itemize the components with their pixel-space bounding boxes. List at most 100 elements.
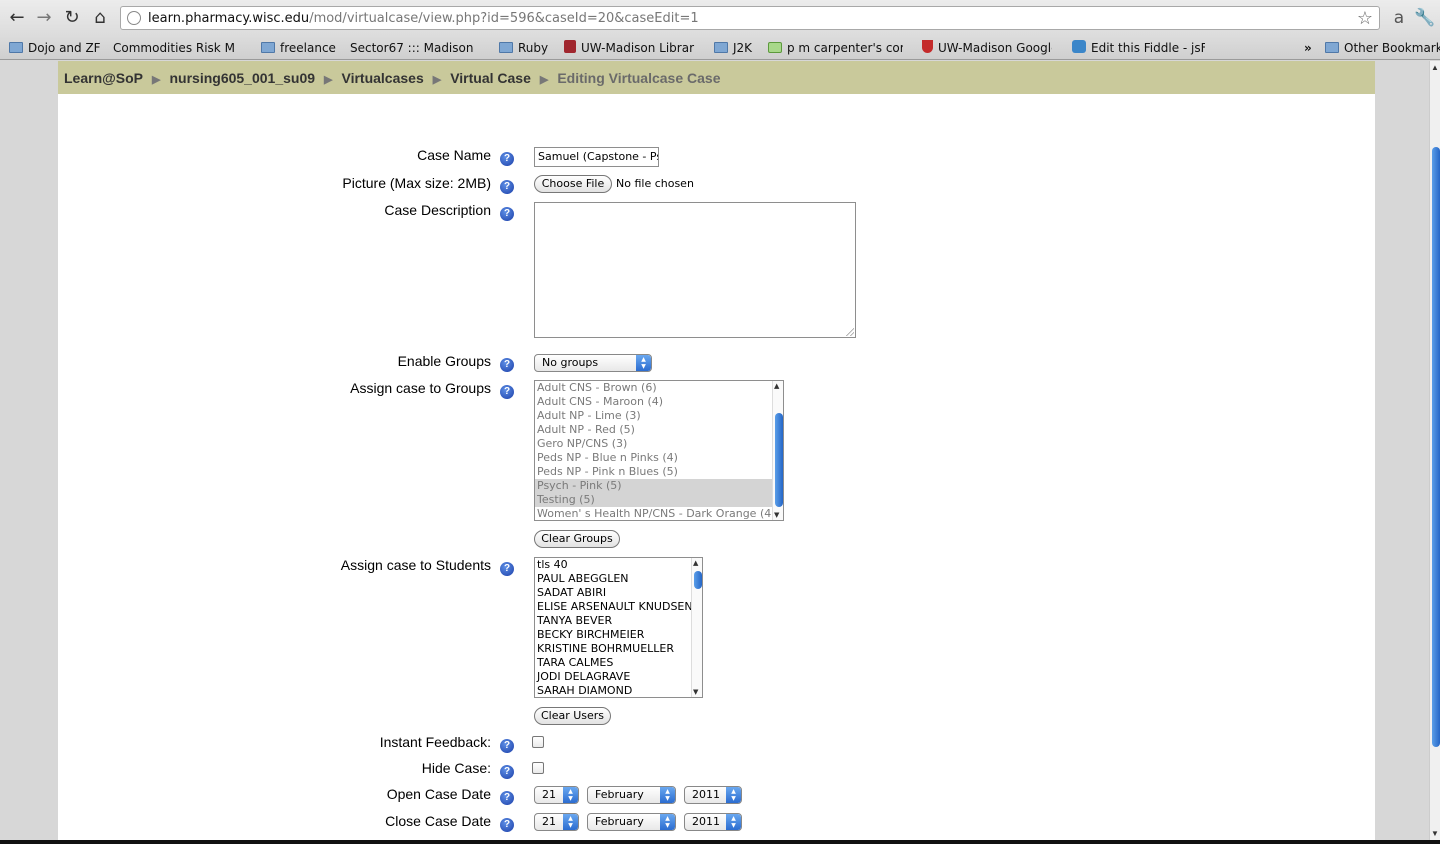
- group-option[interactable]: Women' s Health NP/CNS - Dark Orange (4): [535, 507, 783, 520]
- page-scroll-thumb[interactable]: [1432, 147, 1440, 747]
- student-option[interactable]: SADAT ABIRI: [535, 586, 702, 600]
- instant-feedback-checkbox[interactable]: [532, 736, 544, 748]
- assign-groups-label: Assign case to Groups: [350, 380, 491, 396]
- amazon-extension-icon[interactable]: a: [1388, 7, 1410, 29]
- open-month-select[interactable]: February ▲ ▼: [587, 786, 676, 804]
- group-option[interactable]: Gero NP/CNS (3): [535, 437, 783, 451]
- bookmark-item[interactable]: Dojo and ZF: [9, 39, 101, 57]
- hide-case-checkbox[interactable]: [532, 762, 544, 774]
- breadcrumb-link-virtual-case[interactable]: Virtual Case: [450, 70, 531, 86]
- enable-groups-value: No groups: [542, 356, 599, 369]
- bookmark-item[interactable]: J2K: [714, 39, 752, 57]
- help-icon[interactable]: ?: [500, 562, 514, 576]
- help-icon[interactable]: ?: [500, 152, 514, 166]
- bookmark-item[interactable]: Ruby: [499, 39, 548, 57]
- case-description-label: Case Description: [384, 202, 491, 218]
- student-option[interactable]: tls 40: [535, 558, 702, 572]
- case-description-textarea[interactable]: [534, 202, 856, 338]
- help-icon[interactable]: ?: [500, 358, 514, 372]
- scroll-down-arrow-icon[interactable]: ▼: [693, 688, 698, 696]
- close-day-value: 21: [542, 815, 556, 828]
- breadcrumb-link-virtualcases[interactable]: Virtualcases: [341, 70, 423, 86]
- students-listbox[interactable]: tls 40 PAUL ABEGGLEN SADAT ABIRI ELISE A…: [534, 557, 703, 698]
- close-year-select[interactable]: 2011 ▲ ▼: [684, 813, 742, 831]
- scroll-up-arrow-icon[interactable]: ▲: [693, 559, 698, 567]
- bookmark-item[interactable]: Edit this Fiddle - jsFi: [1072, 39, 1205, 57]
- enable-groups-select[interactable]: No groups ▲ ▼: [534, 354, 652, 372]
- student-option[interactable]: BECKY BIRCHMEIER: [535, 628, 702, 642]
- group-option[interactable]: Peds NP - Blue n Pinks (4): [535, 451, 783, 465]
- navbar: Learn@SoP ▶ nursing605_001_su09 ▶ Virtualcas…: [58, 61, 1375, 94]
- bookmark-star-icon[interactable]: ☆: [1357, 8, 1373, 29]
- group-option[interactable]: Adult NP - Red (5): [535, 423, 783, 437]
- window-bottom-edge: [0, 840, 1440, 844]
- assign-students-label: Assign case to Students: [340, 557, 491, 573]
- group-option-selected[interactable]: Psych - Pink (5): [535, 479, 783, 493]
- open-year-select[interactable]: 2011 ▲ ▼: [684, 786, 742, 804]
- group-option[interactable]: Adult NP - Lime (3): [535, 409, 783, 423]
- case-name-input[interactable]: Samuel (Capstone - Ps: [534, 147, 659, 167]
- student-option[interactable]: SARAH DIAMOND: [535, 684, 702, 697]
- close-year-value: 2011: [692, 815, 720, 828]
- help-icon[interactable]: ?: [500, 765, 514, 779]
- select-arrows-icon: ▲ ▼: [726, 787, 741, 803]
- help-icon[interactable]: ?: [500, 818, 514, 832]
- clear-groups-button[interactable]: Clear Groups: [534, 530, 620, 548]
- bookmarks-overflow-chevron[interactable]: »: [1304, 39, 1312, 57]
- groups-listbox[interactable]: Adult CNS - Brown (6) Adult CNS - Maroon…: [534, 380, 784, 521]
- group-option[interactable]: Adult CNS - Maroon (4): [535, 395, 783, 409]
- help-icon[interactable]: ?: [500, 180, 514, 194]
- scroll-down-arrow-icon[interactable]: ▼: [774, 511, 779, 519]
- bookmark-item[interactable]: Commodities Risk M: [113, 39, 243, 57]
- select-arrows-icon: ▲ ▼: [563, 787, 578, 803]
- scroll-thumb[interactable]: [775, 413, 783, 507]
- scroll-up-arrow-icon[interactable]: ▲: [774, 382, 779, 390]
- folder-icon: [261, 42, 275, 53]
- help-icon[interactable]: ?: [500, 791, 514, 805]
- home-icon[interactable]: ⌂: [90, 8, 110, 28]
- address-bar[interactable]: learn.pharmacy.wisc.edu/mod/virtualcase/…: [120, 6, 1380, 30]
- other-bookmarks[interactable]: Other Bookmarks: [1325, 39, 1440, 57]
- groups-scrollbar[interactable]: ▲ ▼: [772, 381, 783, 520]
- wrench-icon[interactable]: 🔧: [1414, 7, 1436, 29]
- bookmark-item[interactable]: p m carpenter's com: [768, 39, 903, 57]
- resize-grip-icon[interactable]: [846, 328, 854, 336]
- forward-arrow-icon[interactable]: →: [34, 8, 54, 28]
- close-month-select[interactable]: February ▲ ▼: [587, 813, 676, 831]
- close-day-select[interactable]: 21 ▲ ▼: [534, 813, 579, 831]
- open-day-select[interactable]: 21 ▲ ▼: [534, 786, 579, 804]
- bookmark-item[interactable]: Sector67 ::: Madison: [350, 39, 478, 57]
- enable-groups-label: Enable Groups: [397, 353, 491, 369]
- page-scrollbar[interactable]: ▲ ▼: [1429, 61, 1440, 840]
- scroll-thumb[interactable]: [694, 571, 702, 589]
- help-icon[interactable]: ?: [500, 739, 514, 753]
- student-option[interactable]: PAUL ABEGGLEN: [535, 572, 702, 586]
- select-arrows-icon: ▲ ▼: [636, 355, 651, 371]
- back-arrow-icon[interactable]: ←: [7, 8, 27, 28]
- student-option[interactable]: TARA CALMES: [535, 656, 702, 670]
- students-scrollbar[interactable]: ▲ ▼: [691, 558, 702, 697]
- student-option[interactable]: TANYA BEVER: [535, 614, 702, 628]
- breadcrumb-link-course[interactable]: nursing605_001_su09: [169, 70, 315, 86]
- bookmark-item[interactable]: UW-Madison Google: [922, 39, 1052, 57]
- bookmark-item[interactable]: freelance: [261, 39, 336, 57]
- student-option[interactable]: KRISTINE BOHRMUELLER: [535, 642, 702, 656]
- folder-icon: [9, 42, 23, 53]
- student-option[interactable]: ELISE ARSENAULT KNUDSEN: [535, 600, 702, 614]
- group-option[interactable]: Adult CNS - Brown (6): [535, 381, 783, 395]
- student-option[interactable]: JODI DELAGRAVE: [535, 670, 702, 684]
- choose-file-button[interactable]: Choose File: [534, 175, 612, 193]
- clear-users-button[interactable]: Clear Users: [534, 707, 611, 725]
- group-option-selected[interactable]: Testing (5): [535, 493, 783, 507]
- group-option[interactable]: Peds NP - Pink n Blues (5): [535, 465, 783, 479]
- breadcrumb-link-home[interactable]: Learn@SoP: [64, 70, 143, 86]
- chat-icon: [768, 42, 782, 53]
- scroll-down-arrow-icon[interactable]: ▼: [1431, 829, 1439, 838]
- help-icon[interactable]: ?: [500, 207, 514, 221]
- bookmark-item[interactable]: UW-Madison Librarie: [564, 39, 695, 57]
- close-month-value: February: [595, 815, 644, 828]
- reload-icon[interactable]: ↻: [62, 8, 82, 28]
- picture-label: Picture (Max size: 2MB): [342, 175, 491, 191]
- help-icon[interactable]: ?: [500, 385, 514, 399]
- scroll-up-arrow-icon[interactable]: ▲: [1431, 63, 1439, 72]
